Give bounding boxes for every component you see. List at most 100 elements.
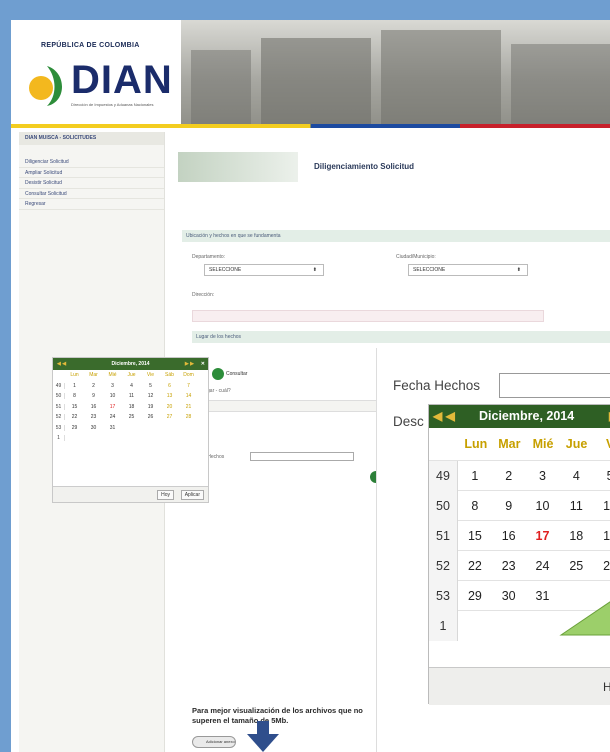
zoom-calendar-day[interactable]: 22 [458,559,492,573]
week-number: 52 [53,414,65,421]
mini-calendar-day[interactable]: 3 [103,383,122,389]
mini-calendar-day[interactable]: 6 [160,383,179,389]
zoom-calendar-day[interactable]: 8 [458,499,492,513]
zoom-calendar-day[interactable]: 19 [593,529,610,543]
mini-calendar-day[interactable]: 8 [65,393,84,399]
zoom-calendar-day[interactable]: 31 [526,589,560,603]
mini-calendar-day[interactable]: 9 [84,393,103,399]
prev-month-icon[interactable]: ◀ ◀ [57,361,66,367]
zoom-calendar-day[interactable]: 9 [492,499,526,513]
zoom-calendar-day[interactable]: 17 [526,529,560,543]
otro-lugar-input[interactable] [192,400,392,412]
pointer-arrow-icon [559,601,610,636]
close-icon[interactable]: ✕ [201,361,205,367]
mini-calendar-week-row: 49 1 2 3 4 5 6 7 [53,381,208,392]
week-number: 49 [53,382,65,389]
zoom-calendar-day[interactable]: 26 [593,559,610,573]
mini-calendar-day[interactable]: 16 [84,404,103,410]
mini-calendar-day[interactable]: 25 [122,414,141,420]
sidebar-item-regresar[interactable]: Regresar [19,199,164,210]
prev-month-icon[interactable]: ◀ ◀ [433,409,455,423]
next-month-icon[interactable]: ▶ ▶ [185,361,194,367]
fecha-hechos-input[interactable] [250,452,354,461]
sidebar-item-desistir[interactable]: Desistir Solicitud [19,178,164,189]
departamento-select[interactable]: SELECCIONE ⬍ [204,264,324,276]
dian-logo-icon [29,66,62,106]
mini-calendar-day[interactable]: 30 [84,425,103,431]
zoom-calendar-day[interactable]: 23 [492,559,526,573]
mini-calendar-day[interactable]: 28 [179,414,198,420]
ciudad-select[interactable]: SELECCIONE ⬍ [408,264,528,276]
mini-calendar-day[interactable]: 15 [65,404,84,410]
zoom-footer-button[interactable]: H [603,680,610,694]
mini-calendar-day[interactable]: 14 [179,393,198,399]
mini-calendar-day[interactable]: 12 [141,393,160,399]
mini-calendar-month: Diciembre, 2014 [111,361,150,367]
sidebar-item-diligenciar[interactable]: Diligenciar Solicitud [19,157,164,168]
zoom-calendar-week-row: 511516171819 [429,520,610,551]
zoom-calendar-day[interactable]: 30 [492,589,526,603]
mini-calendar-day[interactable]: 2 [84,383,103,389]
mini-calendar-day[interactable]: 19 [141,404,160,410]
consultar-button[interactable] [212,368,224,380]
mini-calendar-week-row: 52 22 23 24 25 26 27 28 [53,412,208,423]
mini-calendar-day[interactable]: 11 [122,393,141,399]
zoom-calendar-day[interactable]: 2 [492,469,526,483]
mini-calendar-week-row: 1 [53,433,208,444]
mini-calendar-day[interactable]: 24 [103,414,122,420]
zoom-calendar-day[interactable]: 10 [526,499,560,513]
sidebar-item-consultar[interactable]: Consultar Solicitud [19,189,164,199]
header-flag-stripe [11,124,610,128]
mini-calendar-day[interactable]: 23 [84,414,103,420]
zoom-calendar-day[interactable]: 11 [559,499,593,513]
zoom-calendar-week-row: 4912345 [429,460,610,491]
zoom-calendar-day[interactable]: 12 [593,499,610,513]
zoom-calendar-day[interactable]: 15 [458,529,492,543]
zoom-calendar-day[interactable]: 3 [526,469,560,483]
direccion-label: Dirección: [192,292,215,298]
zoom-calendar-day[interactable]: 16 [492,529,526,543]
zoom-calendar-day[interactable]: 29 [458,589,492,603]
zoom-calendar-week-row: 5089101112 [429,490,610,521]
zoom-fecha-hechos-label: Fecha Hechos [393,378,481,393]
mini-calendar-day[interactable]: 5 [141,383,160,389]
zoomed-calendar-callout: Fecha Hechos Desc ◀ ◀ Diciembre, 2014 ▶ … [376,348,610,752]
mini-calendar-day[interactable]: 4 [122,383,141,389]
mini-calendar-day[interactable]: 20 [160,404,179,410]
mini-calendar-day[interactable]: 17 [103,404,122,410]
dow-label: Dom [183,372,194,379]
zoom-calendar-day[interactable]: 1 [458,469,492,483]
mini-calendar-day[interactable]: 27 [160,414,179,420]
aplicar-button[interactable]: Aplicar [180,490,204,500]
dow-label: Mié [108,372,117,379]
zoom-calendar-header: ◀ ◀ Diciembre, 2014 ▶ [429,405,610,428]
sidebar-item-ampliar[interactable]: Ampliar Solicitud [19,168,164,178]
zoom-calendar-day[interactable]: 18 [559,529,593,543]
zoom-calendar-day[interactable]: 4 [559,469,593,483]
mini-calendar-day[interactable]: 13 [160,393,179,399]
dow-label: Lun [464,437,488,451]
mini-calendar-day[interactable]: 31 [103,425,122,431]
dian-logo-text: DIAN [71,58,173,102]
zoom-calendar-popup: ◀ ◀ Diciembre, 2014 ▶ Lun Mar Mié Jue V … [428,404,610,705]
mini-calendar-day[interactable]: 18 [122,404,141,410]
hoy-button[interactable]: Hoy [157,490,174,500]
section-ubicacion-header: Ubicación y hechos en que se fundamenta [182,230,610,242]
mini-calendar-day[interactable]: 10 [103,393,122,399]
mini-calendar-day[interactable]: 26 [141,414,160,420]
mini-calendar-day[interactable]: 22 [65,414,84,420]
dow-label: Vie [146,372,155,379]
zoom-calendar-day[interactable]: 5 [593,469,610,483]
mini-calendar-day[interactable]: 7 [179,383,198,389]
dow-label: Jue [565,437,588,451]
mini-calendar-day[interactable]: 29 [65,425,84,431]
mini-calendar-header: ◀ ◀ Diciembre, 2014 ▶ ▶ ✕ [53,358,208,370]
direccion-input[interactable] [192,310,544,322]
zoom-calendar-day[interactable]: 24 [526,559,560,573]
zoom-calendar-day[interactable]: 25 [559,559,593,573]
mini-calendar-day[interactable]: 1 [65,383,84,389]
mini-calendar-popup: ◀ ◀ Diciembre, 2014 ▶ ▶ ✕ Lun Mar Mié Ju… [52,357,209,503]
mini-calendar-day[interactable]: 21 [179,404,198,410]
departamento-label: Departamento: [192,254,226,260]
zoom-fecha-hechos-input[interactable] [499,373,610,398]
